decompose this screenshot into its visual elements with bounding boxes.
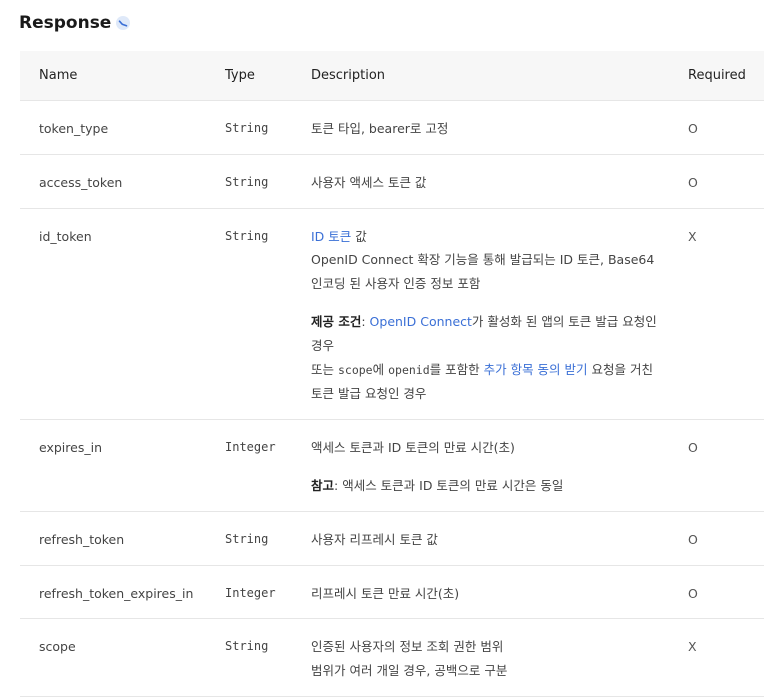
header-type: Type xyxy=(207,51,292,101)
param-type: String xyxy=(207,154,292,209)
condition-text: 또는 xyxy=(311,361,338,377)
description-line: ID 토큰 값 xyxy=(311,225,671,249)
description-line: 범위가 여러 개일 경우, 공백으로 구분 xyxy=(311,663,508,679)
param-description: 인증된 사용자의 정보 조회 권한 범위 범위가 여러 개일 경우, 공백으로 … xyxy=(292,618,671,697)
condition-label: 제공 조건 xyxy=(311,313,362,329)
description-line: OpenID Connect 확장 기능을 통해 발급되는 ID 토큰, Bas… xyxy=(311,252,655,268)
param-description: 리프레시 토큰 만료 시간(초) xyxy=(292,565,671,620)
openid-code: openid xyxy=(388,362,430,377)
description-line: 인증된 사용자의 정보 조회 권한 범위 xyxy=(311,639,504,655)
param-type: String xyxy=(207,618,292,697)
param-type: String xyxy=(207,100,292,155)
param-type: String xyxy=(207,511,292,566)
param-required: X xyxy=(671,618,764,697)
table-row: scope String 인증된 사용자의 정보 조회 권한 범위 범위가 여러… xyxy=(20,618,764,697)
table-row: id_token String ID 토큰 값 OpenID Connect 확… xyxy=(20,208,764,421)
param-required: O xyxy=(671,419,764,512)
condition-text: 요청을 거친 xyxy=(587,361,653,377)
section-heading: Response xyxy=(19,13,131,33)
condition-line: 토큰 발급 요청인 경우 xyxy=(311,386,427,402)
header-name: Name xyxy=(20,51,207,101)
condition-line: 경우 xyxy=(311,337,335,353)
condition-text: 를 포함한 xyxy=(429,361,484,377)
header-required: Required xyxy=(671,51,764,101)
condition-text: 에 xyxy=(372,361,389,377)
link-icon[interactable] xyxy=(115,15,131,31)
table-row: token_type String 토큰 타입, bearer로 고정 O xyxy=(20,100,764,155)
param-name: expires_in xyxy=(20,419,207,512)
condition-line: 제공 조건: OpenID Connect가 활성화 된 앱의 토큰 발급 요청… xyxy=(311,310,671,334)
scope-code: scope xyxy=(337,362,373,377)
condition-separator: : xyxy=(361,313,370,329)
section-title: Response xyxy=(19,13,112,33)
table-row: access_token String 사용자 액세스 토큰 값 O xyxy=(20,154,764,209)
table-header-row: Name Type Description Required xyxy=(20,51,764,101)
param-type: Integer xyxy=(207,565,292,620)
note-text: : 액세스 토큰과 ID 토큰의 만료 시간은 동일 xyxy=(334,477,564,493)
param-name: scope xyxy=(20,618,207,697)
param-name: token_type xyxy=(20,100,207,155)
description-line: 액세스 토큰과 ID 토큰의 만료 시간(초) xyxy=(311,440,515,456)
condition-text: 가 활성화 된 앱의 토큰 발급 요청인 xyxy=(471,313,657,329)
param-required: O xyxy=(671,154,764,209)
id-token-link[interactable]: ID 토큰 xyxy=(311,229,351,244)
note-line: 참고: 액세스 토큰과 ID 토큰의 만료 시간은 동일 xyxy=(311,474,671,498)
param-required: O xyxy=(671,100,764,155)
param-name: access_token xyxy=(20,154,207,209)
table-row: refresh_token_expires_in Integer 리프레시 토큰… xyxy=(20,565,764,620)
param-name: refresh_token_expires_in xyxy=(20,565,207,620)
description-text: 값 xyxy=(351,228,367,244)
param-required: X xyxy=(671,208,764,421)
param-name: refresh_token xyxy=(20,511,207,566)
table-row: refresh_token String 사용자 리프레시 토큰 값 O xyxy=(20,511,764,566)
param-type: String xyxy=(207,208,292,421)
description-line: 인코딩 된 사용자 인증 정보 포함 xyxy=(311,276,481,292)
header-description: Description xyxy=(292,51,671,101)
param-name: id_token xyxy=(20,208,207,421)
note-label: 참고 xyxy=(311,477,335,493)
table-row: expires_in Integer 액세스 토큰과 ID 토큰의 만료 시간(… xyxy=(20,419,764,512)
param-description: 사용자 리프레시 토큰 값 xyxy=(292,511,671,566)
additional-consent-link[interactable]: 추가 항목 동의 받기 xyxy=(484,362,588,377)
param-required: O xyxy=(671,511,764,566)
param-description: 사용자 액세스 토큰 값 xyxy=(292,154,671,209)
param-description: 토큰 타입, bearer로 고정 xyxy=(292,100,671,155)
param-description: ID 토큰 값 OpenID Connect 확장 기능을 통해 발급되는 ID… xyxy=(292,208,671,421)
param-required: O xyxy=(671,565,764,620)
param-type: Integer xyxy=(207,419,292,512)
param-description: 액세스 토큰과 ID 토큰의 만료 시간(초) 참고: 액세스 토큰과 ID 토… xyxy=(292,419,671,512)
response-table: Name Type Description Required token_typ… xyxy=(20,51,764,697)
condition-line: 또는 scope에 openid를 포함한 추가 항목 동의 받기 요청을 거친 xyxy=(311,358,671,383)
openid-connect-link[interactable]: OpenID Connect xyxy=(370,314,472,329)
